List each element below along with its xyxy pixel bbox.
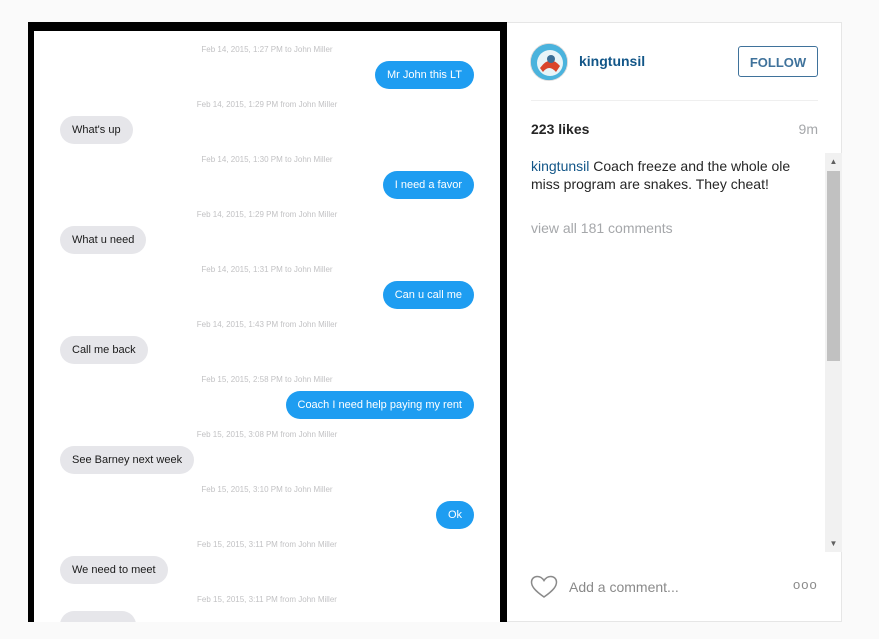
message-bubble-received: What's up [60,116,133,144]
message-timestamp: Feb 15, 2015, 2:58 PM to John Miller [201,375,333,384]
post-sidebar: kingtunsil FOLLOW 223 likes 9m kingtunsi… [507,22,842,622]
message-bubble-sent: Mr John this LT [375,61,474,89]
caption-username-link[interactable]: kingtunsil [531,158,589,174]
avatar[interactable] [530,43,568,81]
message-timestamp: Feb 15, 2015, 3:10 PM to John Miller [201,485,333,494]
message-timestamp: Feb 14, 2015, 1:29 PM from John Miller [196,100,338,109]
message-timestamp: Feb 15, 2015, 3:11 PM from John Miller [197,595,337,604]
header-divider [531,100,818,101]
scroll-up-arrow-icon[interactable]: ▲ [825,153,842,170]
likes-count[interactable]: 223 likes [531,121,589,137]
message-timestamp: Feb 14, 2015, 1:27 PM to John Miller [201,45,333,54]
follow-button[interactable]: FOLLOW [738,46,818,77]
comments-scrollbar[interactable]: ▲ ▼ [825,153,842,552]
imessage-screenshot: Feb 14, 2015, 1:27 PM to John Miller Mr … [34,31,500,622]
avatar-image [531,44,567,80]
post-caption: kingtunsil Coach freeze and the whole ol… [531,157,801,193]
message-timestamp: Feb 14, 2015, 1:31 PM to John Miller [201,265,333,274]
post-photo: Feb 14, 2015, 1:27 PM to John Miller Mr … [28,22,507,622]
message-timestamp: Feb 14, 2015, 1:30 PM to John Miller [201,155,333,164]
message-bubble-received: Call me back [60,336,148,364]
heart-icon[interactable] [530,575,558,599]
message-bubble-received: We need to meet [60,556,168,584]
message-bubble-sent: Ok [435,501,474,529]
message-timestamp: Feb 15, 2015, 3:11 PM from John Miller [197,540,337,549]
message-bubble-received: See Barney next week [60,446,195,474]
view-all-comments-link[interactable]: view all 181 comments [531,220,673,236]
message-bubble-sent: Can u call me [382,281,474,309]
message-bubble-sent: Coach I need help paying my rent [285,391,474,419]
message-timestamp: Feb 14, 2015, 1:43 PM from John Miller [196,320,338,329]
add-comment-input[interactable] [569,579,769,595]
scroll-thumb[interactable] [827,171,840,361]
post-time: 9m [798,121,818,137]
message-bubble-sent: I need a favor [382,171,474,199]
message-timestamp: Feb 15, 2015, 3:08 PM from John Miller [196,430,338,439]
message-timestamp: Feb 14, 2015, 1:29 PM from John Miller [196,210,338,219]
comment-bar: ooo [507,567,842,607]
message-bubble-received [60,611,136,622]
more-options-icon[interactable]: ooo [793,577,818,592]
username-link[interactable]: kingtunsil [579,53,645,69]
message-bubble-received: What u need [60,226,147,254]
scroll-down-arrow-icon[interactable]: ▼ [825,535,842,552]
